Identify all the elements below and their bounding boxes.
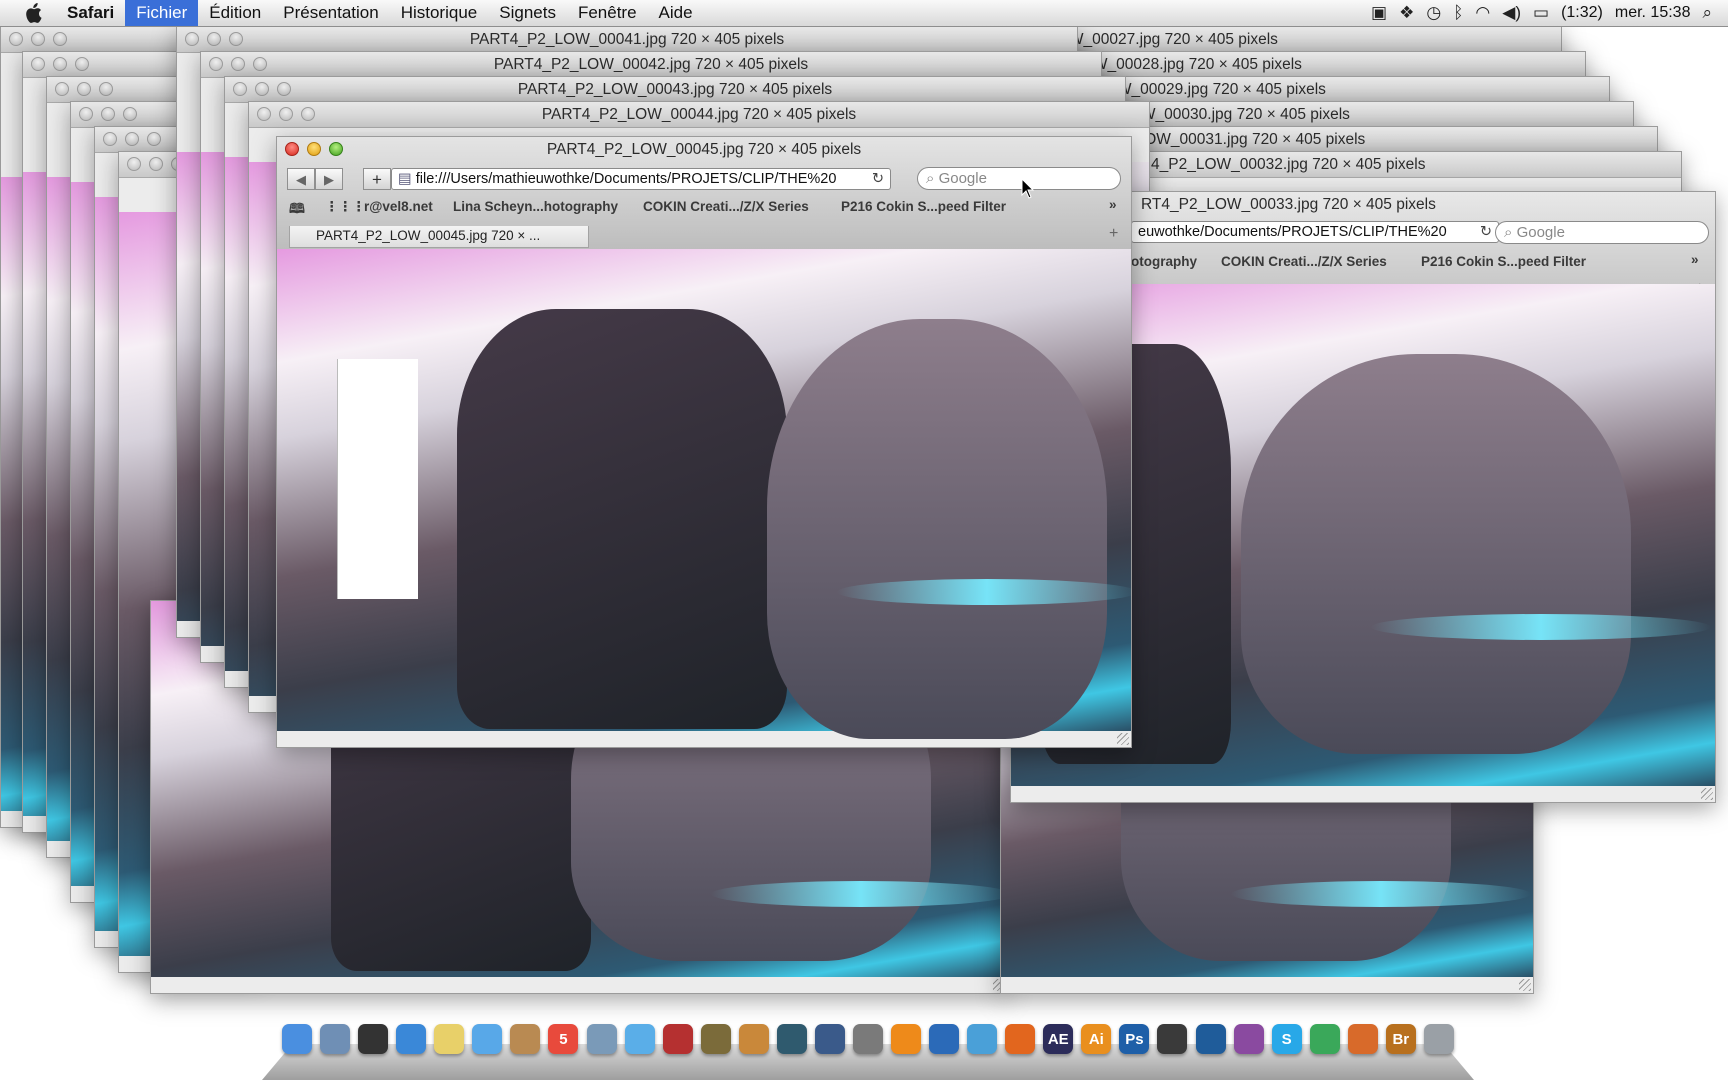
video-app-icon[interactable] [1233, 1024, 1264, 1054]
search-icon: ⌕ [1504, 224, 1517, 241]
menu-fenetre[interactable]: Fenêtre [567, 0, 648, 26]
wifi-icon[interactable]: ◠ [1475, 2, 1490, 24]
finder-icon[interactable] [282, 1024, 312, 1054]
resize-grip[interactable] [1701, 788, 1713, 800]
safari-icon[interactable] [396, 1024, 427, 1054]
itunes-icon[interactable] [624, 1024, 655, 1054]
bluetooth-icon[interactable]: ᛒ [1453, 2, 1463, 24]
skype-icon[interactable]: S [1271, 1024, 1302, 1054]
reload-icon[interactable]: ↻ [1480, 222, 1492, 242]
garageband-icon[interactable] [738, 1024, 769, 1054]
screen-recording-icon[interactable]: ▣ [1371, 2, 1387, 24]
bookmark-cokin-creative[interactable]: COKIN Creati.../Z/X Series [1221, 254, 1387, 269]
page-favicon-icon: ▤ [398, 171, 416, 187]
adium-icon[interactable] [967, 1024, 998, 1054]
spotlight-icon[interactable]: ⌕ [1702, 2, 1712, 24]
imovie-icon[interactable] [700, 1024, 731, 1054]
window-title: 2_LOW_00029.jpg 720 × 405 pixels [1079, 81, 1326, 98]
search-icon: ⌕ [926, 170, 939, 187]
reading-list-icon[interactable]: 🕮 [289, 199, 305, 222]
reload-icon[interactable]: ↻ [872, 169, 884, 189]
add-bookmark-button[interactable]: + [363, 168, 391, 190]
dashboard-icon[interactable] [358, 1024, 389, 1054]
quicktime-icon[interactable] [1195, 1024, 1226, 1054]
spaces-icon[interactable] [814, 1024, 845, 1054]
window-title: PART4_P2_LOW_00044.jpg 720 × 405 pixels [541, 106, 857, 123]
cyberduck-icon[interactable] [929, 1024, 960, 1054]
firefox-icon[interactable] [1005, 1024, 1036, 1054]
window-title: 2_LOW_00030.jpg 720 × 405 pixels [1103, 106, 1350, 123]
battery-icon[interactable]: ▭ [1533, 2, 1549, 24]
photo-booth-icon[interactable] [662, 1024, 693, 1054]
menu-presentation[interactable]: Présentation [272, 0, 389, 26]
illustrator-icon[interactable]: Ai [1081, 1024, 1112, 1054]
window-title: 2_LOW_00028.jpg 720 × 405 pixels [1055, 56, 1302, 73]
bookmark-ravel8[interactable]: r@vel8.net [364, 199, 433, 214]
time-machine-menu-icon[interactable]: ◷ [1426, 2, 1441, 24]
back-button[interactable]: ◀ [287, 168, 315, 190]
bridge-icon[interactable]: Br [1385, 1024, 1416, 1054]
menu-aide[interactable]: Aide [648, 0, 704, 26]
menu-edition[interactable]: Édition [198, 0, 272, 26]
apple-menu-icon[interactable] [22, 2, 44, 24]
menu-bar: Safari Fichier Édition Présentation Hist… [0, 0, 1728, 27]
tab-active[interactable]: PART4_P2_LOW_00045.jpg 720 × ... [289, 226, 589, 248]
bookmark-cokin-p216[interactable]: P216 Cokin S...peed Filter [841, 199, 1006, 214]
window-title: PART4_P2_LOW_00045.jpg 720 × 405 pixels [546, 141, 862, 158]
keynote-icon[interactable] [1347, 1024, 1378, 1054]
mail-icon[interactable] [320, 1024, 351, 1054]
bookmark-cokin-creative[interactable]: COKIN Creati.../Z/X Series [643, 199, 809, 214]
system-preferences-icon[interactable] [852, 1024, 883, 1054]
bookmark-lina[interactable]: otography [1131, 254, 1197, 269]
menu-app-name[interactable]: Safari [56, 0, 125, 26]
resize-grip[interactable] [1519, 979, 1531, 991]
forward-button[interactable]: ▶ [315, 168, 343, 190]
photoshop-icon[interactable]: Ps [1119, 1024, 1150, 1054]
bookmarks-overflow-icon[interactable]: » [1691, 252, 1699, 267]
url-field[interactable]: ▤ file:///Users/mathieuwothke/Documents/… [391, 168, 891, 190]
window-title: PART4_P2_LOW_00041.jpg 720 × 405 pixels [469, 31, 785, 48]
url-field[interactable]: euwothke/Documents/PROJETS/CLIP/THE%20 ↻ [1131, 221, 1499, 243]
bookmark-cokin-p216[interactable]: P216 Cokin S...peed Filter [1421, 254, 1586, 269]
vlc-icon[interactable] [891, 1024, 921, 1054]
window-title: 2_LOW_00027.jpg 720 × 405 pixels [1031, 31, 1278, 48]
search-field[interactable]: ⌕ Google [1495, 221, 1709, 244]
top-sites-icon[interactable]: ⋮⋮⋮ [325, 199, 366, 215]
notes-icon[interactable] [434, 1024, 465, 1054]
battery-time: (1:32) [1561, 4, 1603, 21]
mouse-cursor-icon [1021, 178, 1035, 199]
address-book-icon[interactable] [510, 1024, 541, 1054]
time-machine-icon[interactable] [776, 1024, 807, 1054]
menu-fichier[interactable]: Fichier [125, 0, 199, 26]
window-title: PART4_P2_LOW_00043.jpg 720 × 405 pixels [517, 81, 833, 98]
browser-window-front[interactable]: PART4_P2_LOW_00045.jpg 720 × 405 pixels … [276, 136, 1132, 748]
resize-grip[interactable] [1117, 733, 1129, 745]
clock[interactable]: mer. 15:38 [1615, 4, 1691, 22]
menu-historique[interactable]: Historique [390, 0, 489, 26]
search-field[interactable]: ⌕ Google [917, 167, 1121, 190]
menu-signets[interactable]: Signets [488, 0, 567, 26]
window-title: 4_P2_LOW_00032.jpg 720 × 405 pixels [1151, 156, 1426, 173]
trash-icon[interactable] [1423, 1024, 1454, 1054]
ical-icon[interactable]: 5 [548, 1024, 579, 1054]
bookmarks-overflow-icon[interactable]: » [1109, 197, 1117, 212]
window-title: PART4_P2_LOW_00042.jpg 720 × 405 pixels [493, 56, 809, 73]
image-content [277, 249, 1131, 739]
chrome-icon[interactable] [1309, 1024, 1340, 1054]
iphoto-icon[interactable] [586, 1024, 617, 1054]
dock: 5 AE Ai Ps S Br [262, 1020, 1474, 1080]
ichat-icon[interactable] [472, 1024, 503, 1054]
new-tab-icon[interactable]: + [1109, 225, 1118, 243]
final-cut-icon[interactable] [1157, 1024, 1188, 1054]
window-title: _LOW_00031.jpg 720 × 405 pixels [1127, 131, 1366, 148]
bookmark-lina[interactable]: Lina Scheyn...hotography [453, 199, 618, 214]
dropbox-icon[interactable]: ❖ [1399, 2, 1414, 24]
after-effects-icon[interactable]: AE [1043, 1024, 1074, 1054]
volume-icon[interactable]: ◀) [1502, 2, 1521, 24]
